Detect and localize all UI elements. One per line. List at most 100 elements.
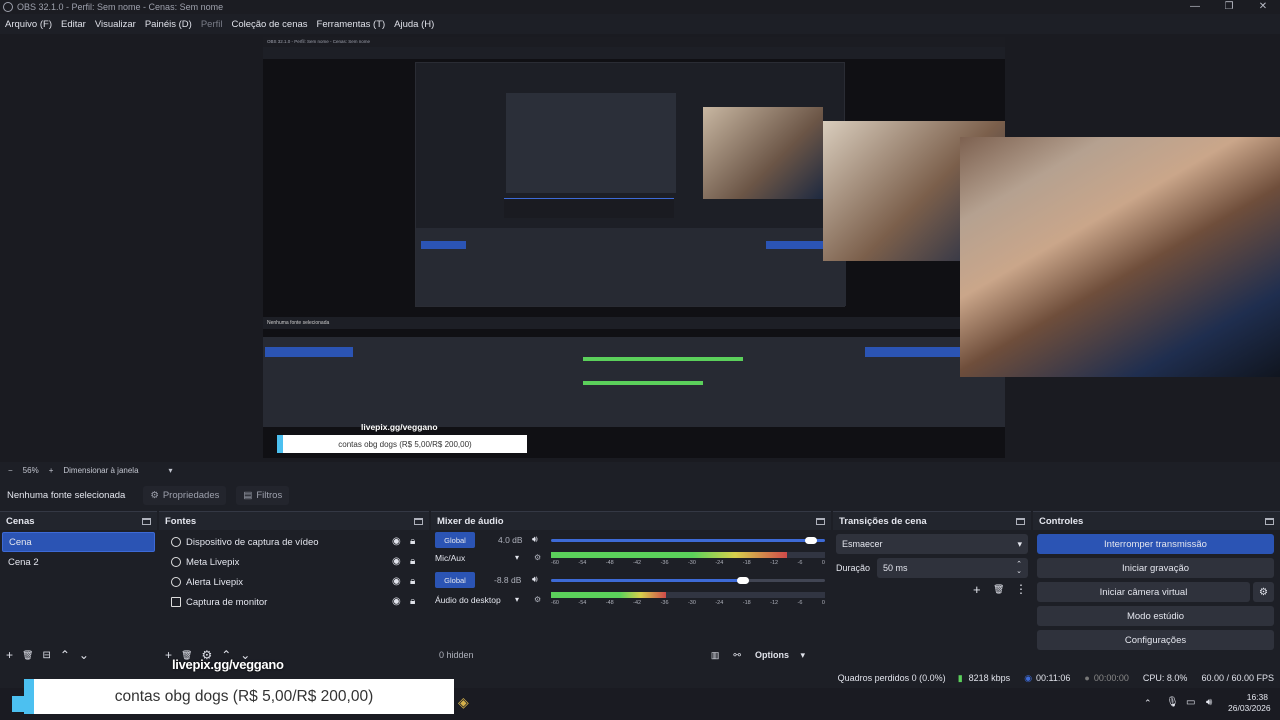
context-bar: Nenhuma fonte selecionada ⚙ Propriedades… bbox=[0, 481, 1280, 509]
virtual-camera-settings-button[interactable]: ⚙ bbox=[1253, 582, 1274, 602]
eye-icon[interactable]: ◉ bbox=[392, 576, 401, 587]
move-up-button[interactable]: ⌃ bbox=[60, 648, 70, 662]
undock-icon[interactable] bbox=[414, 517, 423, 525]
stop-streaming-button[interactable]: Interromper transmissão bbox=[1037, 534, 1274, 554]
menu-file[interactable]: Arquivo (F) bbox=[5, 19, 52, 30]
mixer-global-badge: Global bbox=[435, 572, 475, 588]
source-item[interactable]: Dispositivo de captura de vídeo bbox=[165, 532, 429, 552]
overlay-url: livepix.gg/veggano bbox=[172, 657, 284, 672]
eye-icon[interactable]: ◉ bbox=[392, 556, 401, 567]
source-label: Dispositivo de captura de vídeo bbox=[186, 536, 319, 548]
trash-icon[interactable]: 🗑 bbox=[993, 584, 1004, 595]
clock-date: 26/03/2026 bbox=[1228, 703, 1271, 713]
source-item[interactable]: Alerta Livepix bbox=[165, 572, 429, 592]
source-item[interactable]: Meta Livepix bbox=[165, 552, 429, 572]
mic-tray-icon[interactable]: 🎙︎ bbox=[1166, 697, 1179, 708]
chevron-down-icon[interactable]: ▾ bbox=[515, 595, 519, 604]
mic-volume-knob[interactable] bbox=[805, 537, 818, 544]
add-source-button[interactable]: + bbox=[165, 648, 172, 662]
filters-label: Filtros bbox=[256, 489, 283, 501]
desktop-meter-ticks: -60 -54 -48 -42 -36 -30 -24 -18 -12 -6 0 bbox=[551, 600, 825, 606]
start-recording-button[interactable]: Iniciar gravação bbox=[1037, 558, 1274, 578]
scene-item[interactable]: Cena 2 bbox=[2, 552, 155, 572]
tray-chevron-icon[interactable]: ⌃ bbox=[1144, 698, 1152, 709]
app-icon[interactable]: ◈ bbox=[458, 694, 469, 711]
source-item[interactable]: Captura de monitor bbox=[165, 592, 429, 612]
tick: -6 bbox=[797, 560, 803, 566]
fit-to-window[interactable]: Dimensionar à janela bbox=[63, 466, 138, 475]
remove-scene-button[interactable]: 🗑 bbox=[22, 650, 33, 661]
move-down-button[interactable]: ⌄ bbox=[79, 648, 89, 662]
eye-icon[interactable]: ◉ bbox=[392, 596, 401, 607]
preview-canvas[interactable]: OBS 32.1.0 - Perfil: Sem nome - Cenas: S… bbox=[263, 37, 1005, 458]
undock-icon[interactable] bbox=[1016, 517, 1025, 525]
scene-label: Cena bbox=[9, 536, 32, 548]
undock-icon[interactable] bbox=[1265, 517, 1274, 525]
volume-icon[interactable]: 🔊︎ bbox=[1206, 697, 1212, 708]
signal-icon: ▮ bbox=[957, 672, 963, 683]
properties-button[interactable]: ⚙ Propriedades bbox=[143, 485, 227, 505]
add-transition-button[interactable]: + bbox=[973, 582, 981, 597]
studio-mode-button[interactable]: Modo estúdio bbox=[1037, 606, 1274, 626]
spin-arrows-icon[interactable]: ⌃ ⌄ bbox=[1016, 561, 1022, 575]
desktop-volume-slider[interactable] bbox=[551, 579, 825, 582]
undock-icon[interactable] bbox=[816, 517, 825, 525]
scene-item[interactable]: Cena bbox=[2, 532, 155, 552]
options-button[interactable]: Options ▾ bbox=[755, 650, 805, 661]
mic-settings-icon[interactable]: ⚙ bbox=[534, 553, 541, 562]
duration-spinbox[interactable]: 50 ms ⌃ ⌄ bbox=[877, 558, 1028, 578]
transition-select[interactable]: Esmaecer ▾ bbox=[836, 534, 1028, 554]
minimize-button[interactable]: — bbox=[1178, 0, 1212, 14]
tick: -36 bbox=[660, 560, 669, 566]
donation-goal-bar: contas obg dogs (R$ 5,00/R$ 200,00) bbox=[24, 679, 454, 714]
record-icon: ● bbox=[1084, 673, 1090, 683]
clock-time: 16:38 bbox=[1246, 692, 1268, 702]
menu-tools[interactable]: Ferramentas (T) bbox=[317, 19, 386, 30]
cpu-usage: CPU: 8.0% bbox=[1142, 673, 1188, 683]
desktop-volume-knob[interactable] bbox=[736, 577, 749, 584]
title-bar: OBS 32.1.0 - Perfil: Sem nome - Cenas: S… bbox=[0, 0, 1280, 14]
start-virtual-camera-button[interactable]: Iniciar câmera virtual bbox=[1037, 582, 1250, 602]
close-button[interactable]: ✕ bbox=[1246, 0, 1280, 14]
lock-icon[interactable]: 🔒︎ bbox=[410, 536, 415, 547]
tick: -48 bbox=[605, 560, 614, 566]
speaker-icon[interactable]: 🔊︎ bbox=[532, 574, 538, 585]
clock[interactable]: 16:38 26/03/2026 bbox=[1228, 692, 1271, 714]
tick: -18 bbox=[742, 600, 751, 606]
speaker-icon[interactable]: 🔊︎ bbox=[532, 534, 538, 545]
network-icon[interactable]: ▭ bbox=[1186, 697, 1195, 708]
lock-icon[interactable]: 🔒︎ bbox=[410, 596, 415, 607]
desktop-settings-icon[interactable]: ⚙ bbox=[534, 595, 541, 604]
button-label: Modo estúdio bbox=[1126, 610, 1185, 622]
menu-edit[interactable]: Editar bbox=[61, 19, 86, 30]
add-scene-button[interactable]: + bbox=[6, 648, 13, 662]
link-icon[interactable]: ⚯ bbox=[733, 650, 741, 661]
globe-icon bbox=[171, 557, 181, 567]
lock-icon[interactable]: 🔒︎ bbox=[410, 576, 415, 587]
layout-toggle-icon[interactable]: ▥ bbox=[711, 650, 720, 661]
menu-docks[interactable]: Painéis (D) bbox=[145, 19, 192, 30]
button-label: Interromper transmissão bbox=[1104, 538, 1207, 550]
lock-icon[interactable]: 🔒︎ bbox=[410, 556, 415, 567]
maximize-button[interactable]: ❐ bbox=[1212, 0, 1246, 14]
mic-level-meter bbox=[551, 552, 825, 558]
menu-profile[interactable]: Perfil bbox=[201, 19, 223, 30]
button-label: Configurações bbox=[1124, 634, 1187, 646]
more-options-icon[interactable]: ⋮ bbox=[1015, 582, 1027, 596]
menu-help[interactable]: Ajuda (H) bbox=[394, 19, 434, 30]
menu-scene-collection[interactable]: Coleção de cenas bbox=[231, 19, 307, 30]
chevron-down-icon[interactable]: ▾ bbox=[515, 553, 519, 562]
chevron-down-icon[interactable]: ▾ bbox=[169, 466, 173, 475]
scene-filters-button[interactable]: ⊟ bbox=[42, 650, 50, 661]
filters-button[interactable]: ▤ Filtros bbox=[236, 485, 290, 505]
settings-button[interactable]: Configurações bbox=[1037, 630, 1274, 650]
monitor-icon bbox=[171, 597, 181, 607]
eye-icon[interactable]: ◉ bbox=[392, 536, 401, 547]
zoom-in-button[interactable]: + bbox=[49, 466, 54, 475]
menu-view[interactable]: Visualizar bbox=[95, 19, 136, 30]
zoom-out-button[interactable]: − bbox=[8, 466, 13, 475]
tick: -18 bbox=[742, 560, 751, 566]
mic-volume-slider[interactable] bbox=[551, 539, 825, 542]
undock-icon[interactable] bbox=[142, 517, 151, 525]
mic-volume-db: 4.0 dB bbox=[498, 535, 523, 545]
